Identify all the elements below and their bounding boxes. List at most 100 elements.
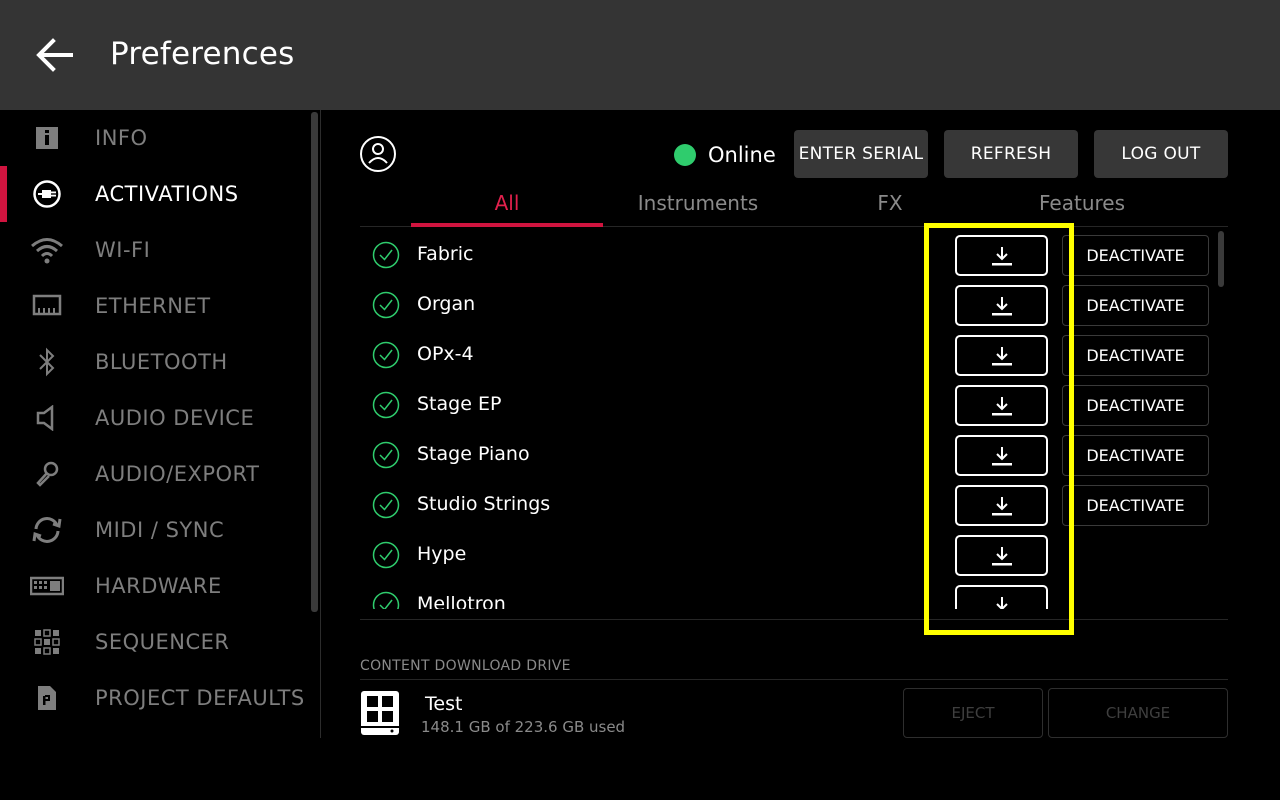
list-divider	[360, 619, 1228, 620]
tab-instruments[interactable]: Instruments	[602, 182, 794, 224]
sidebar-item-label: AUDIO DEVICE	[95, 406, 255, 430]
plug-icon	[30, 177, 64, 211]
sidebar-item-wifi[interactable]: WI-FI	[0, 222, 310, 278]
sidebar-item-label: ACTIVATIONS	[95, 182, 239, 206]
keyboard-icon	[30, 569, 64, 603]
document-icon	[30, 681, 64, 715]
sidebar-item-activations[interactable]: ACTIVATIONS	[0, 166, 310, 222]
sidebar-divider	[320, 110, 321, 738]
drive-name: Test	[425, 693, 463, 715]
download-icon	[991, 396, 1012, 415]
deactivate-button[interactable]: DEACTIVATE	[1062, 385, 1209, 426]
sidebar-item-label: SEQUENCER	[95, 630, 230, 654]
ethernet-icon	[30, 289, 64, 323]
header-bar: Preferences	[0, 0, 1280, 110]
deactivate-button[interactable]: DEACTIVATE	[1062, 235, 1209, 276]
deactivate-button[interactable]: DEACTIVATE	[1062, 335, 1209, 376]
download-button[interactable]	[955, 285, 1048, 326]
arrow-left-icon	[36, 38, 73, 72]
sidebar-item-label: WI-FI	[95, 238, 151, 262]
list-item: OPx-4 DEACTIVATE	[360, 331, 1228, 381]
item-name: Fabric	[417, 243, 474, 265]
change-button[interactable]: CHANGE	[1048, 688, 1228, 738]
list-item: Hype	[360, 531, 1228, 581]
list-item: Fabric DEACTIVATE	[360, 231, 1228, 281]
download-button[interactable]	[955, 435, 1048, 476]
download-icon	[991, 296, 1012, 315]
status-text: Online	[708, 143, 776, 167]
download-icon	[991, 446, 1012, 465]
item-name: Mellotron	[417, 593, 506, 609]
check-circle-icon	[372, 591, 400, 609]
category-tabs: All Instruments FX Features	[360, 182, 1228, 227]
eject-button[interactable]: EJECT	[903, 688, 1043, 738]
activations-panel: Online ENTER SERIAL REFRESH LOG OUT All …	[322, 110, 1280, 800]
download-button[interactable]	[955, 385, 1048, 426]
tab-features[interactable]: Features	[986, 182, 1178, 224]
sidebar-scrollbar[interactable]	[311, 112, 318, 612]
check-circle-icon	[372, 391, 400, 419]
download-icon	[991, 546, 1012, 565]
download-button[interactable]	[955, 335, 1048, 376]
download-icon	[991, 346, 1012, 365]
sidebar-item-label: HARDWARE	[95, 574, 222, 598]
sidebar-item-info[interactable]: INFO	[0, 110, 310, 166]
user-account-icon[interactable]	[359, 135, 397, 173]
sidebar-item-label: AUDIO/EXPORT	[95, 462, 260, 486]
sidebar-item-audio-device[interactable]: AUDIO DEVICE	[0, 390, 310, 446]
deactivate-button[interactable]: DEACTIVATE	[1062, 435, 1209, 476]
download-button[interactable]	[955, 585, 1048, 609]
deactivate-button[interactable]: DEACTIVATE	[1062, 285, 1209, 326]
sidebar-item-hardware[interactable]: HARDWARE	[0, 558, 310, 614]
page-title: Preferences	[110, 36, 295, 72]
refresh-button[interactable]: REFRESH	[944, 130, 1078, 178]
sidebar-item-midi-sync[interactable]: MIDI / SYNC	[0, 502, 310, 558]
sync-icon	[30, 513, 64, 547]
check-circle-icon	[372, 491, 400, 519]
drive-usage: 148.1 GB of 223.6 GB used	[421, 718, 626, 736]
grid-icon	[30, 625, 64, 659]
download-button[interactable]	[955, 535, 1048, 576]
item-name: Stage EP	[417, 393, 502, 415]
check-circle-icon	[372, 241, 400, 269]
sidebar-item-label: ETHERNET	[95, 294, 211, 318]
speaker-icon	[30, 401, 64, 435]
list-scrollbar[interactable]	[1218, 231, 1224, 287]
check-circle-icon	[372, 341, 400, 369]
wifi-icon	[30, 233, 64, 267]
sidebar: INFO ACTIVATIONS WI-FI ETHERNET BLUETOOT…	[0, 110, 322, 800]
download-icon	[991, 246, 1012, 265]
log-out-button[interactable]: LOG OUT	[1094, 130, 1228, 178]
item-name: Studio Strings	[417, 493, 551, 515]
enter-serial-button[interactable]: ENTER SERIAL	[794, 130, 928, 178]
sidebar-item-label: BLUETOOTH	[95, 350, 228, 374]
list-item: Stage EP DEACTIVATE	[360, 381, 1228, 431]
check-circle-icon	[372, 291, 400, 319]
microphone-icon	[30, 457, 64, 491]
connection-status: Online	[674, 140, 776, 170]
item-name: OPx-4	[417, 343, 474, 365]
download-button[interactable]	[955, 235, 1048, 276]
check-circle-icon	[372, 541, 400, 569]
sidebar-item-ethernet[interactable]: ETHERNET	[0, 278, 310, 334]
list-item: Studio Strings DEACTIVATE	[360, 481, 1228, 531]
drive-section-label: CONTENT DOWNLOAD DRIVE	[360, 658, 571, 674]
item-name: Stage Piano	[417, 443, 530, 465]
tab-all[interactable]: All	[411, 182, 603, 227]
download-button[interactable]	[955, 485, 1048, 526]
list-item: Organ DEACTIVATE	[360, 281, 1228, 331]
sidebar-item-sequencer[interactable]: SEQUENCER	[0, 614, 310, 670]
check-circle-icon	[372, 441, 400, 469]
activation-list: Fabric DEACTIVATE Organ DEACTIVATE OPx-4…	[360, 231, 1228, 609]
sidebar-item-audio-export[interactable]: AUDIO/EXPORT	[0, 446, 310, 502]
deactivate-button[interactable]: DEACTIVATE	[1062, 485, 1209, 526]
list-item: Mellotron	[360, 581, 1228, 609]
sidebar-item-label: PROJECT DEFAULTS	[95, 686, 305, 710]
item-name: Organ	[417, 293, 476, 315]
sidebar-item-bluetooth[interactable]: BLUETOOTH	[0, 334, 310, 390]
sidebar-item-project-defaults[interactable]: PROJECT DEFAULTS	[0, 670, 310, 726]
info-icon	[30, 121, 64, 155]
sidebar-item-label: INFO	[95, 126, 148, 150]
back-button[interactable]	[30, 30, 80, 80]
tab-fx[interactable]: FX	[794, 182, 986, 224]
